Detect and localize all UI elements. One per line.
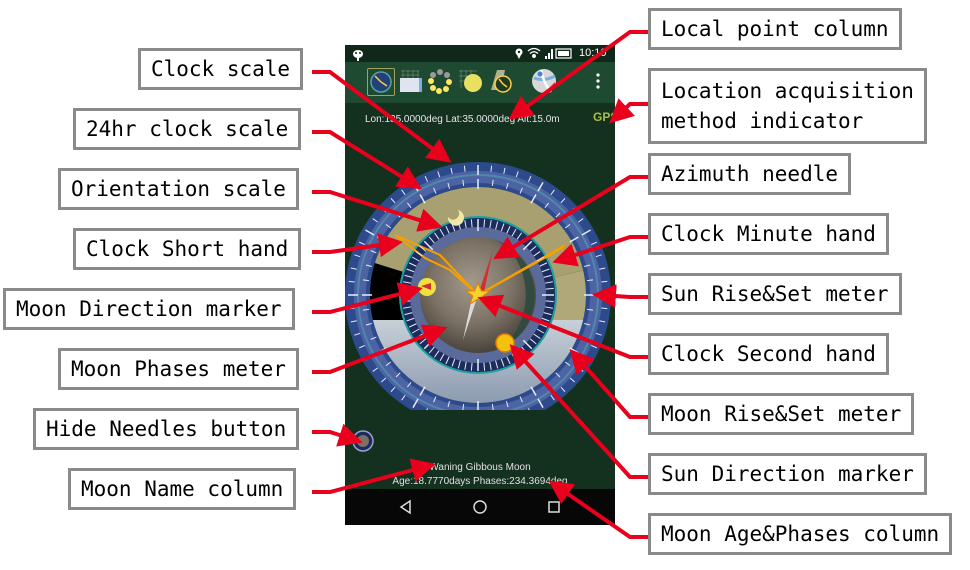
orientation-tick — [545, 300, 554, 303]
label-clock-minute-hand: Clock Minute hand — [648, 213, 889, 255]
hide-needles-button[interactable] — [352, 430, 374, 452]
label-location-method: Location acquisition method indicator — [648, 68, 927, 144]
orientation-tick — [470, 362, 473, 371]
android-icon — [353, 50, 363, 61]
clock-tick — [463, 165, 466, 172]
location-icon — [515, 48, 523, 59]
orientation-tick — [545, 287, 554, 290]
clock-tick — [348, 280, 355, 283]
label-clock-short-hand: Clock Short hand — [73, 228, 302, 270]
moon-age-phases-column: Age:18.7770days Phases:234.3694deg — [392, 476, 568, 487]
orientation-tick — [483, 362, 486, 371]
label-clock-scale: Clock scale — [138, 48, 304, 90]
map-icon[interactable] — [531, 68, 557, 94]
back-icon[interactable] — [399, 499, 411, 515]
clock-tick — [601, 307, 608, 310]
home-icon[interactable] — [473, 500, 487, 514]
sun-clock-icon[interactable] — [487, 68, 513, 94]
phone-screen: 10:10 Lon:135.0000deg Lat:35.0000deg Alt… — [345, 45, 615, 525]
label-moon-direction-marker: Moon Direction marker — [3, 288, 295, 330]
label-local-point-column: Local point column — [648, 8, 902, 50]
signal-icon — [545, 49, 553, 59]
astro-dial — [345, 162, 611, 410]
orientation-tick — [483, 219, 486, 228]
label-sun-direction-marker: Sun Direction marker — [648, 453, 927, 495]
status-bar: 10:10 — [345, 45, 615, 62]
arrow-location-method — [609, 98, 650, 124]
clock-tick — [601, 280, 608, 283]
label-24hr-clock-scale: 24hr clock scale — [73, 108, 302, 150]
battery-icon — [555, 48, 572, 59]
wifi-icon — [527, 47, 541, 58]
label-moon-name-column: Moon Name column — [68, 468, 297, 510]
clock-tick — [348, 307, 355, 310]
clock-tick — [490, 165, 493, 172]
label-orientation-scale: Orientation scale — [58, 168, 299, 210]
info-bar: Lon:135.0000deg Lat:35.0000deg Alt:15.0m… — [345, 103, 615, 133]
location-method-indicator[interactable]: GPS — [593, 110, 615, 124]
label-sun-rise-set-meter: Sun Rise&Set meter — [648, 273, 902, 315]
label-clock-second-hand: Clock Second hand — [648, 333, 889, 375]
clock-compass-icon[interactable] — [367, 68, 395, 96]
orientation-tick — [402, 287, 411, 290]
recents-icon[interactable] — [548, 501, 560, 513]
orientation-tick — [402, 300, 411, 303]
moon-phases-grid-icon[interactable] — [427, 68, 453, 94]
toolbar — [345, 62, 615, 103]
local-point-column: Lon:135.0000deg Lat:35.0000deg Alt:15.0m — [365, 114, 560, 125]
label-moon-phases-meter: Moon Phases meter — [58, 348, 299, 390]
label-hide-needles-button: Hide Needles button — [33, 408, 300, 450]
navigation-bar — [345, 489, 615, 525]
status-icons — [353, 47, 572, 61]
overflow-menu-icon[interactable] — [591, 68, 605, 94]
sun-direction-marker — [495, 333, 515, 353]
moon-grid-icon[interactable] — [457, 68, 483, 94]
calendar-grid-icon[interactable] — [397, 68, 423, 94]
label-moon-age-phases-column: Moon Age&Phases column — [648, 513, 953, 555]
orientation-tick — [470, 219, 473, 228]
moon-name-column: Waning Gibbous Moon — [429, 462, 531, 473]
status-time: 10:10 — [579, 47, 607, 59]
label-azimuth-needle: Azimuth needle — [648, 153, 852, 195]
label-moon-rise-set-meter: Moon Rise&Set meter — [648, 393, 915, 435]
